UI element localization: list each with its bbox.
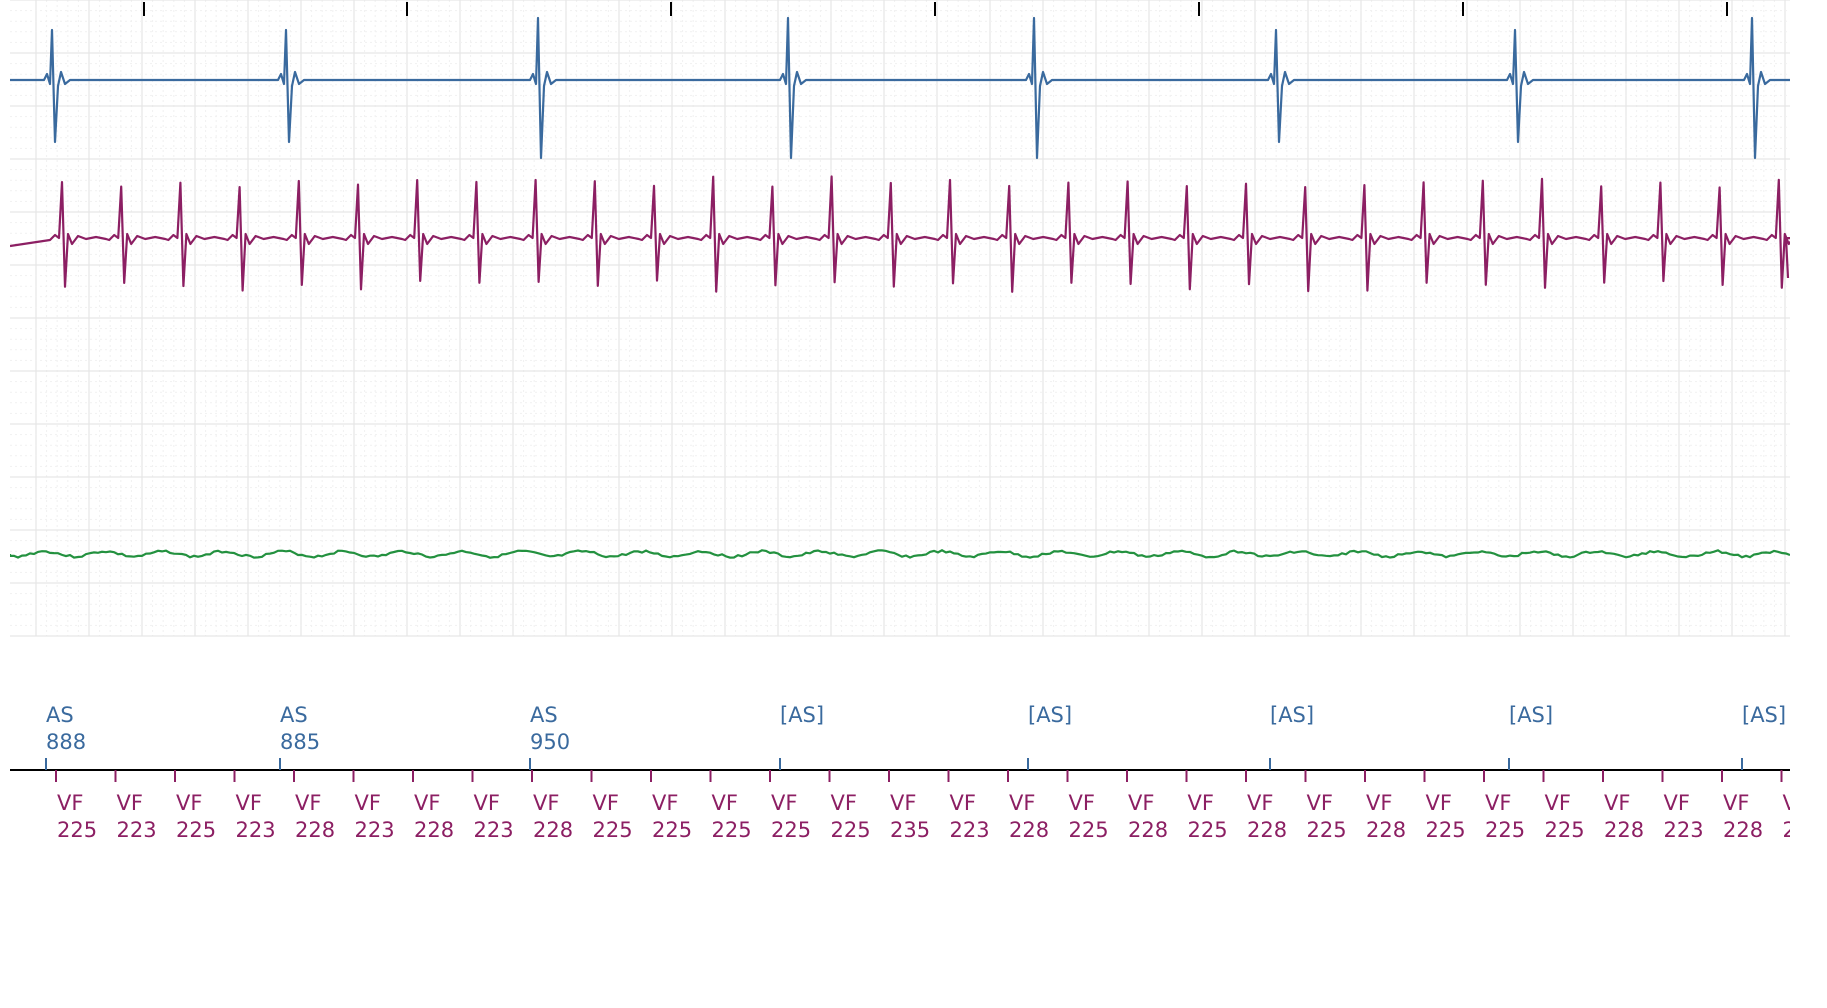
ventricular-egm-trace xyxy=(10,175,1790,293)
ventricular-marker-label: VF xyxy=(1009,791,1035,815)
ventricular-marker-value: 228 xyxy=(533,818,573,842)
ventricular-marker-label: VF xyxy=(295,791,321,815)
ventricular-marker-label: VF xyxy=(1723,791,1749,815)
ventricular-marker-label: VF xyxy=(771,791,797,815)
atrial-marker-label: AS xyxy=(530,703,558,727)
ventricular-marker-label: VF xyxy=(890,791,916,815)
ventricular-marker-label: VF xyxy=(1604,791,1630,815)
ventricular-marker-label: VF xyxy=(474,791,500,815)
ventricular-marker-value: 223 xyxy=(355,818,395,842)
ventricular-marker-value: 225 xyxy=(176,818,216,842)
ventricular-marker-value: 228 xyxy=(1723,818,1763,842)
ventricular-marker-value: 225 xyxy=(1188,818,1228,842)
ventricular-marker-value: 228 xyxy=(1366,818,1406,842)
ventricular-marker-value: 225 xyxy=(1545,818,1585,842)
ventricular-marker-value: 228 xyxy=(1604,818,1644,842)
ventricular-marker-label: VF xyxy=(1426,791,1452,815)
ventricular-marker-label: VF xyxy=(1069,791,1095,815)
ventricular-marker-label: VF xyxy=(593,791,619,815)
atrial-marker-value: 885 xyxy=(280,730,320,754)
ventricular-marker-label: VF xyxy=(57,791,83,815)
ventricular-marker-value: 228 xyxy=(1247,818,1287,842)
ventricular-marker-value: 228 xyxy=(1128,818,1168,842)
chart-grid xyxy=(10,0,1790,637)
ventricular-marker-label: VF xyxy=(533,791,559,815)
ventricular-marker-label: VF xyxy=(1366,791,1392,815)
ventricular-marker-value: 223 xyxy=(236,818,276,842)
egm-strip-chart: AS 888 AS 885 AS 950 [AS] [AS] [AS] [AS] [AS] VF 225… xyxy=(10,0,1823,842)
ventricular-marker-label: VF xyxy=(831,791,857,815)
atrial-marker-value: 950 xyxy=(530,730,570,754)
ventricular-marker-value: 225 xyxy=(57,818,97,842)
atrial-marker-label: [AS] xyxy=(1742,703,1786,727)
atrial-marker-label: [AS] xyxy=(1509,703,1553,727)
atrial-marker-label: [AS] xyxy=(780,703,824,727)
atrial-marker-label: AS xyxy=(280,703,308,727)
ventricular-marker-value: 225 xyxy=(831,818,871,842)
ventricular-marker-value: 225 xyxy=(593,818,633,842)
ventricular-marker-label: VF xyxy=(117,791,143,815)
ventricular-marker-label: VF xyxy=(414,791,440,815)
marker-channel: AS 888 AS 885 AS 950 [AS] [AS] [AS] [AS] [AS] VF 225… xyxy=(10,703,1823,842)
atrial-marker-label: AS xyxy=(46,703,74,727)
time-ticks xyxy=(143,2,1728,16)
ventricular-marker-value: 225 xyxy=(1307,818,1347,842)
ventricular-marker-value: 225 xyxy=(652,818,692,842)
ventricular-marker-label: VF xyxy=(1307,791,1333,815)
ventricular-marker-label: VF xyxy=(236,791,262,815)
ventricular-marker-value: 223 xyxy=(117,818,157,842)
ventricular-marker-value: 225 xyxy=(712,818,752,842)
ventricular-marker-label: VF xyxy=(1128,791,1154,815)
ventricular-marker-label: VF xyxy=(1664,791,1690,815)
ventricular-marker-value: 228 xyxy=(295,818,335,842)
ventricular-marker-value: 223 xyxy=(474,818,514,842)
ventricular-marker-value: 225 xyxy=(1426,818,1466,842)
ventricular-marker-label: VF xyxy=(1247,791,1273,815)
ventricular-marker-value: 225 xyxy=(771,818,811,842)
ventricular-marker-value: 223 xyxy=(950,818,990,842)
ventricular-marker-value: 228 xyxy=(1009,818,1049,842)
ventricular-marker-value: 223 xyxy=(1664,818,1704,842)
ventricular-marker-label: VF xyxy=(652,791,678,815)
ventricular-marker-label: VF xyxy=(1188,791,1214,815)
ventricular-marker-label: VF xyxy=(712,791,738,815)
atrial-marker-value: 888 xyxy=(46,730,86,754)
ventricular-marker-label: VF xyxy=(1783,791,1809,815)
ventricular-marker-label: VF xyxy=(950,791,976,815)
atrial-marker-label: [AS] xyxy=(1270,703,1314,727)
ventricular-marker-value: 225 xyxy=(1485,818,1525,842)
ventricular-marker-value: 235 xyxy=(890,818,930,842)
ventricular-marker-label: VF xyxy=(1545,791,1571,815)
ventricular-marker-label: VF xyxy=(176,791,202,815)
ventricular-marker-value: 228 xyxy=(414,818,454,842)
ventricular-marker-value: 228 xyxy=(1783,818,1823,842)
atrial-egm-trace xyxy=(10,16,1790,160)
ventricular-marker-value: 225 xyxy=(1069,818,1109,842)
ventricular-marker-label: VF xyxy=(355,791,381,815)
atrial-marker-label: [AS] xyxy=(1028,703,1072,727)
ventricular-marker-label: VF xyxy=(1485,791,1511,815)
